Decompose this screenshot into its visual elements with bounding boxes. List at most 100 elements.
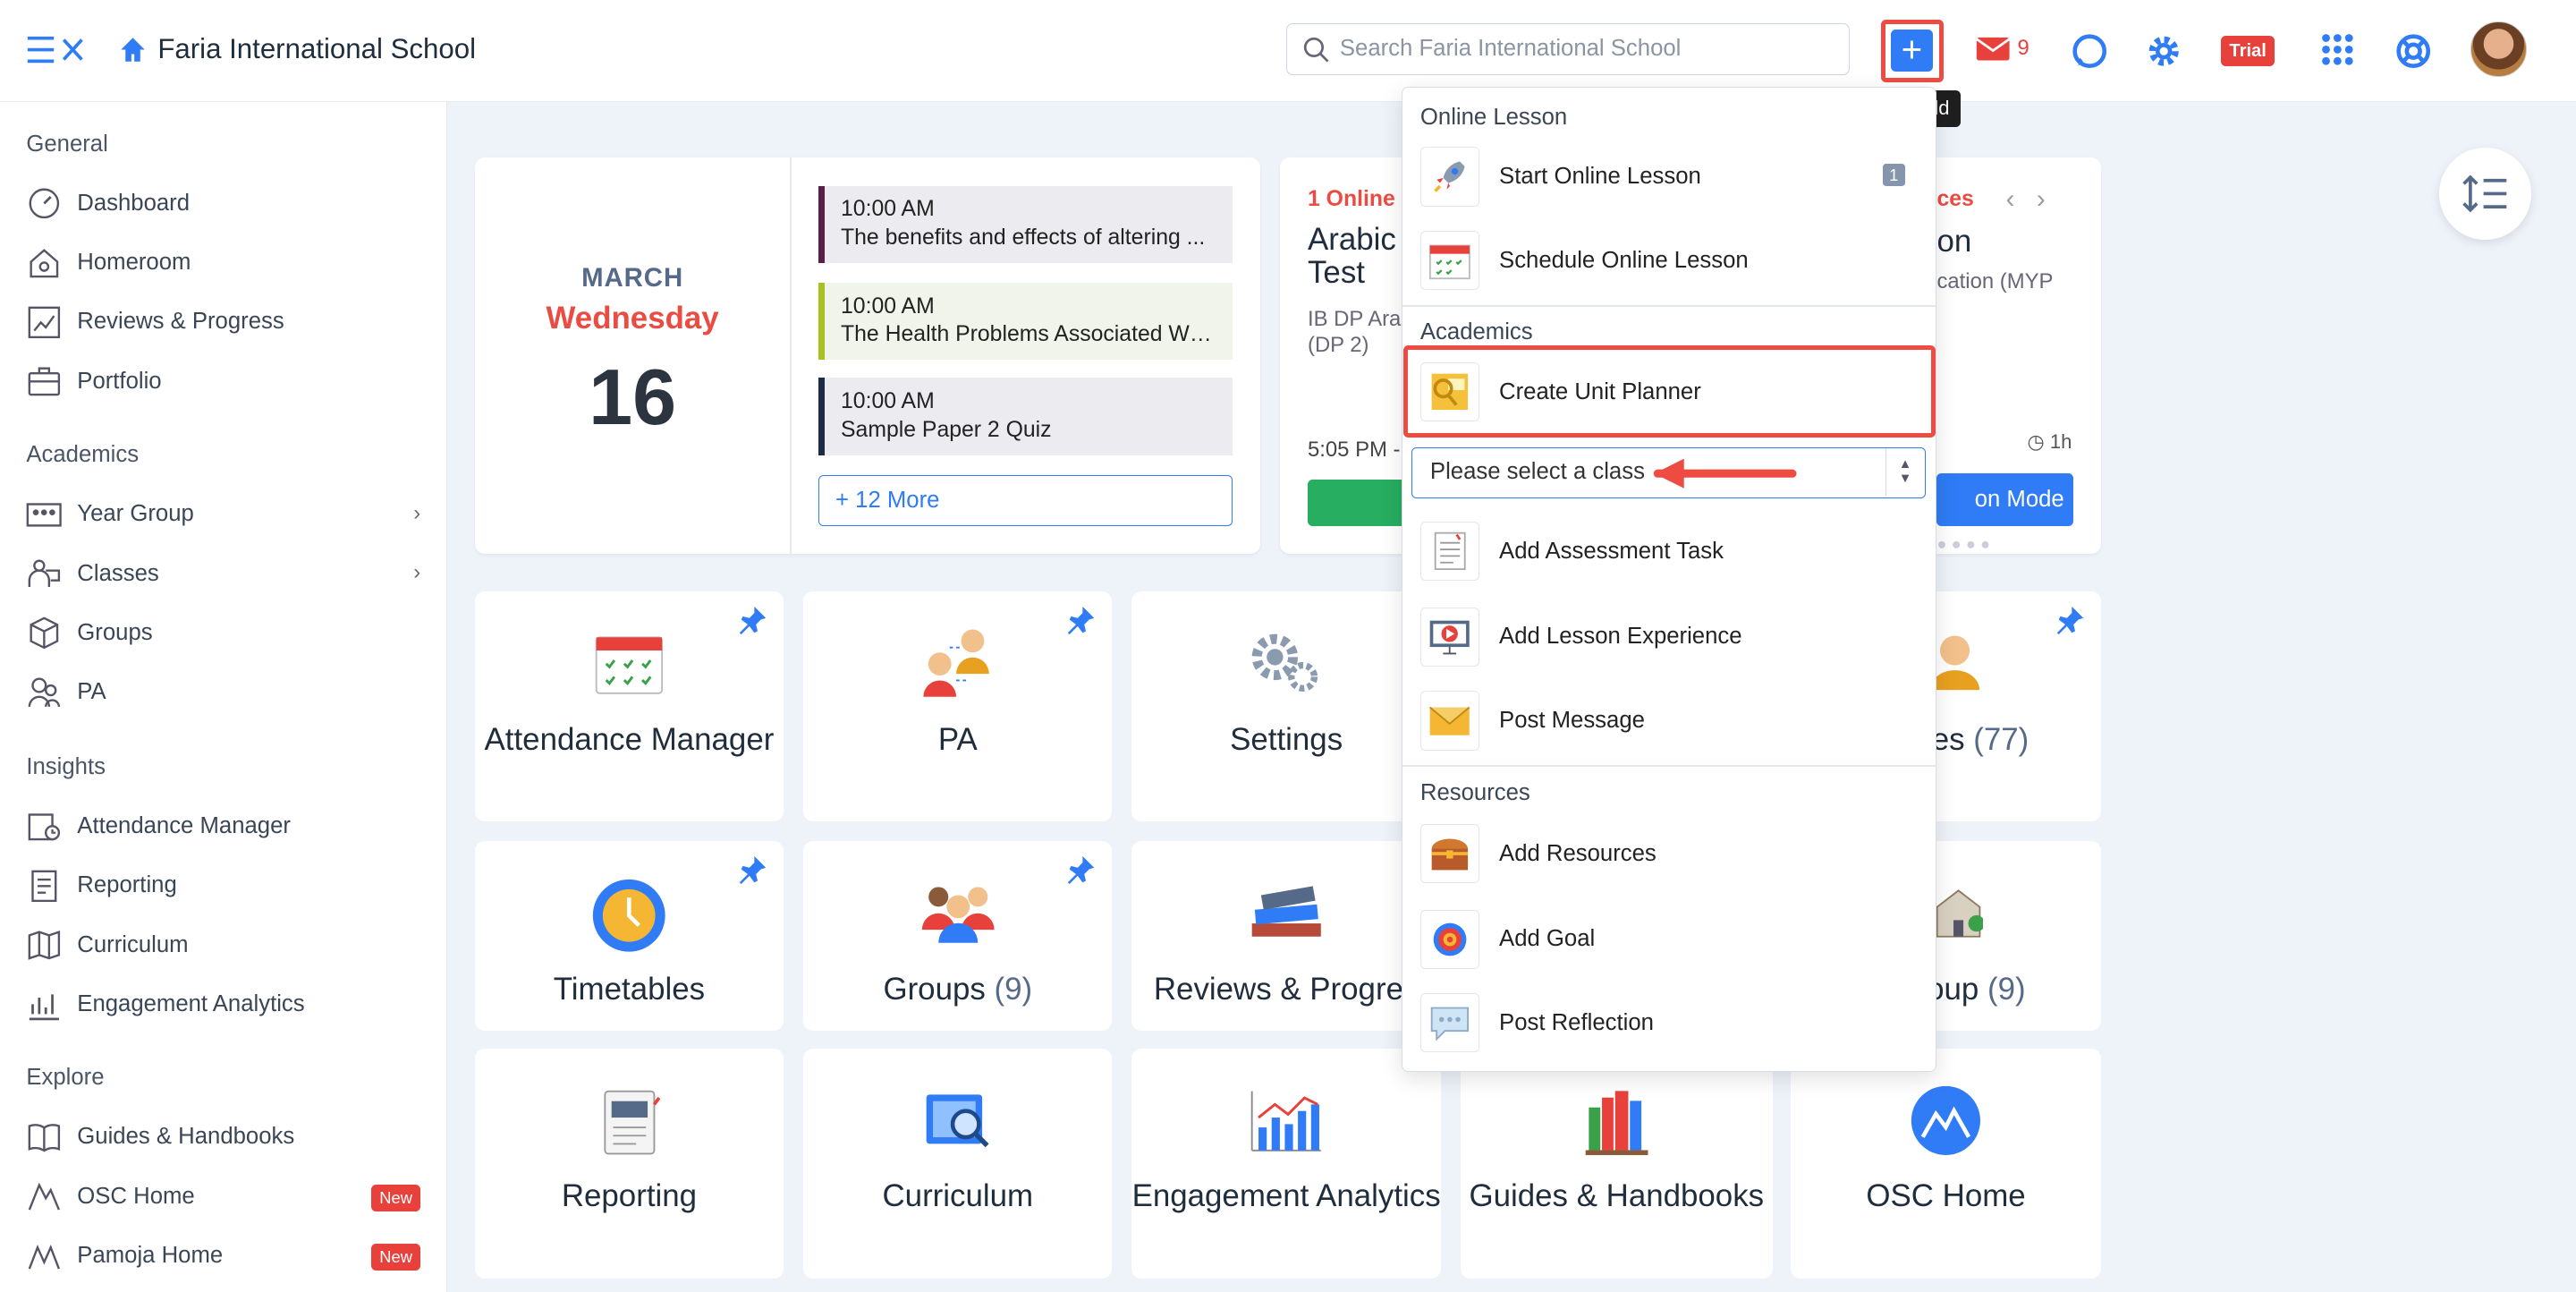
tile-engagement-analytics[interactable]: Engagement Analytics (1131, 1048, 1441, 1279)
line-spacing-fab[interactable] (2439, 148, 2532, 241)
user-avatar[interactable] (2470, 21, 2527, 78)
menu-item-post-reflection[interactable]: Post Reflection (1419, 990, 1919, 1056)
quick-add-menu: Online Lesson Start Online Lesson 1 Sche… (1401, 87, 1937, 1072)
classes-icon (26, 556, 62, 591)
sidebar-item-label: Reporting (77, 872, 177, 898)
help-lifebuoy-icon[interactable] (2395, 33, 2431, 69)
sidebar-item-engagement-analytics[interactable]: Engagement Analytics (26, 980, 427, 1029)
target-goal-icon (1419, 909, 1480, 969)
sidebar-item-homeroom[interactable]: Homeroom (26, 238, 427, 287)
menu-heading-online-lesson: Online Lesson (1419, 104, 1568, 130)
tile-timetables[interactable]: Timetables (474, 841, 784, 1031)
sidebar-item-label: Attendance Manager (77, 813, 291, 839)
chevron-right-icon[interactable]: › (2037, 184, 2046, 214)
tile-label: OSC Home (1866, 1178, 2026, 1214)
create-unit-planner-highlight (1402, 344, 1936, 438)
menu-toggle-button[interactable] (26, 35, 85, 64)
tile-pa[interactable]: PA (803, 591, 1113, 822)
menu-item-add-lesson-experience[interactable]: Add Lesson Experience (1419, 604, 1919, 669)
tile-count: (9) (994, 971, 1033, 1007)
quick-add-button[interactable]: + (1890, 29, 1934, 72)
map-icon (26, 927, 62, 963)
carousel-dots: ● ● ● ● (1936, 533, 1991, 553)
lesson-status-2: ces (1936, 187, 1974, 212)
lesson-title[interactable]: Arabic Test (1308, 223, 1406, 289)
pin-icon[interactable] (738, 605, 767, 634)
menu-item-schedule-online-lesson[interactable]: Schedule Online Lesson (1419, 227, 1919, 293)
event-title: Sample Paper 2 Quiz (841, 417, 1052, 442)
sidebar-item-reviews-progress[interactable]: Reviews & Progress (26, 297, 427, 346)
chat-icon[interactable] (2072, 33, 2107, 69)
menu-item-add-assessment-task[interactable]: Add Assessment Task (1419, 519, 1919, 584)
tile-curriculum[interactable]: Curriculum (803, 1048, 1113, 1279)
sidebar-heading-general: General (26, 131, 108, 157)
lesson-class: IB DP Ara (DP 2) (1308, 306, 1402, 357)
books-shelf-icon (1461, 1084, 1773, 1157)
pin-icon[interactable] (1066, 854, 1096, 885)
sidebar-item-classes[interactable]: Classes › (26, 548, 427, 598)
search-box[interactable] (1286, 22, 1851, 76)
more-events-button[interactable]: + 12 More (818, 474, 1233, 526)
divider (790, 157, 792, 554)
tile-settings[interactable]: Settings (1131, 591, 1441, 822)
lesson-mode-button[interactable]: on Mode (1936, 472, 2073, 526)
tile-label-text: es (1931, 721, 1965, 757)
rocket-icon (1419, 147, 1480, 207)
menu-item-start-online-lesson[interactable]: Start Online Lesson 1 (1419, 144, 1919, 209)
lesson-title-2[interactable]: on (1936, 224, 1971, 259)
group-people-icon (803, 880, 1112, 944)
sidebar-item-label: Year Group (77, 501, 194, 527)
pin-icon[interactable] (2055, 605, 2085, 634)
trial-badge[interactable]: Trial (2221, 36, 2275, 67)
settings-gear-icon[interactable] (2146, 33, 2182, 69)
mail-count[interactable]: 9 (2017, 36, 2029, 61)
event-time: 10:00 AM (841, 293, 935, 319)
calendar-event[interactable]: 10:00 AM The benefits and effects of alte… (818, 185, 1233, 263)
calendar-weekday: Wednesday (546, 301, 719, 336)
search-input[interactable] (1339, 25, 1833, 72)
calendar-day-number: 16 (589, 353, 677, 442)
apps-grid-icon[interactable] (2321, 33, 2354, 66)
sidebar-item-year-group[interactable]: Year Group › (26, 489, 427, 539)
home-icon[interactable] (118, 35, 148, 64)
books-icon (1131, 884, 1440, 939)
sidebar-item-groups[interactable]: Groups (26, 608, 427, 658)
tile-groups[interactable]: Groups (9) (803, 841, 1113, 1031)
sidebar-item-pamoja-home[interactable]: Pamoja Home New (26, 1231, 427, 1280)
menu-heading-academics: Academics (1419, 319, 1533, 345)
sidebar-item-label: Curriculum (77, 931, 189, 957)
mail-icon[interactable] (1975, 36, 2011, 62)
tile-osc-home[interactable]: OSC Home (1791, 1048, 2102, 1279)
sidebar-item-guides-handbooks[interactable]: Guides & Handbooks (26, 1112, 427, 1161)
chevron-left-icon[interactable]: ‹ (2006, 184, 2015, 214)
tile-reviews-progress[interactable]: Reviews & Progres (1131, 841, 1441, 1031)
join-lesson-button[interactable] (1308, 480, 1407, 526)
tile-attendance-manager[interactable]: Attendance Manager (474, 591, 784, 822)
calendar-event[interactable]: 10:00 AM Sample Paper 2 Quiz (818, 378, 1233, 455)
sidebar-item-curriculum[interactable]: Curriculum (26, 921, 427, 970)
tile-label-text: Groups (883, 971, 986, 1007)
carousel-nav[interactable]: ‹ › (2006, 184, 2046, 215)
treasure-chest-icon (1419, 824, 1480, 884)
sidebar-item-osc-home[interactable]: OSC Home New (26, 1172, 427, 1221)
curriculum-search-icon (803, 1088, 1112, 1153)
sidebar-item-pa[interactable]: PA (26, 667, 427, 717)
osc-logo-icon (1791, 1084, 2101, 1157)
divider (1402, 304, 1936, 307)
calendar-event[interactable]: 10:00 AM The Health Problems Associated W… (818, 282, 1233, 361)
select-spinner-icon[interactable]: ▲ ▼ (1885, 447, 1925, 496)
sidebar-item-reporting[interactable]: Reporting (26, 861, 427, 910)
sidebar-item-attendance-manager[interactable]: Attendance Manager (26, 802, 427, 851)
tile-reporting[interactable]: Reporting (474, 1048, 784, 1279)
sidebar-item-dashboard[interactable]: Dashboard (26, 179, 427, 228)
menu-item-label: Post Message (1499, 707, 1645, 733)
menu-item-post-message[interactable]: Post Message (1419, 688, 1919, 753)
sidebar-item-portfolio[interactable]: Portfolio (26, 357, 427, 406)
tile-count: (77) (1973, 721, 2029, 757)
osc-icon (26, 1178, 62, 1214)
tile-guides-handbooks[interactable]: Guides & Handbooks (1460, 1048, 1773, 1279)
clock-icon: ◷ (2027, 430, 2045, 454)
menu-item-add-goal[interactable]: Add Goal (1419, 906, 1919, 972)
school-name[interactable]: Faria International School (157, 33, 476, 65)
menu-item-add-resources[interactable]: Add Resources (1419, 821, 1919, 887)
